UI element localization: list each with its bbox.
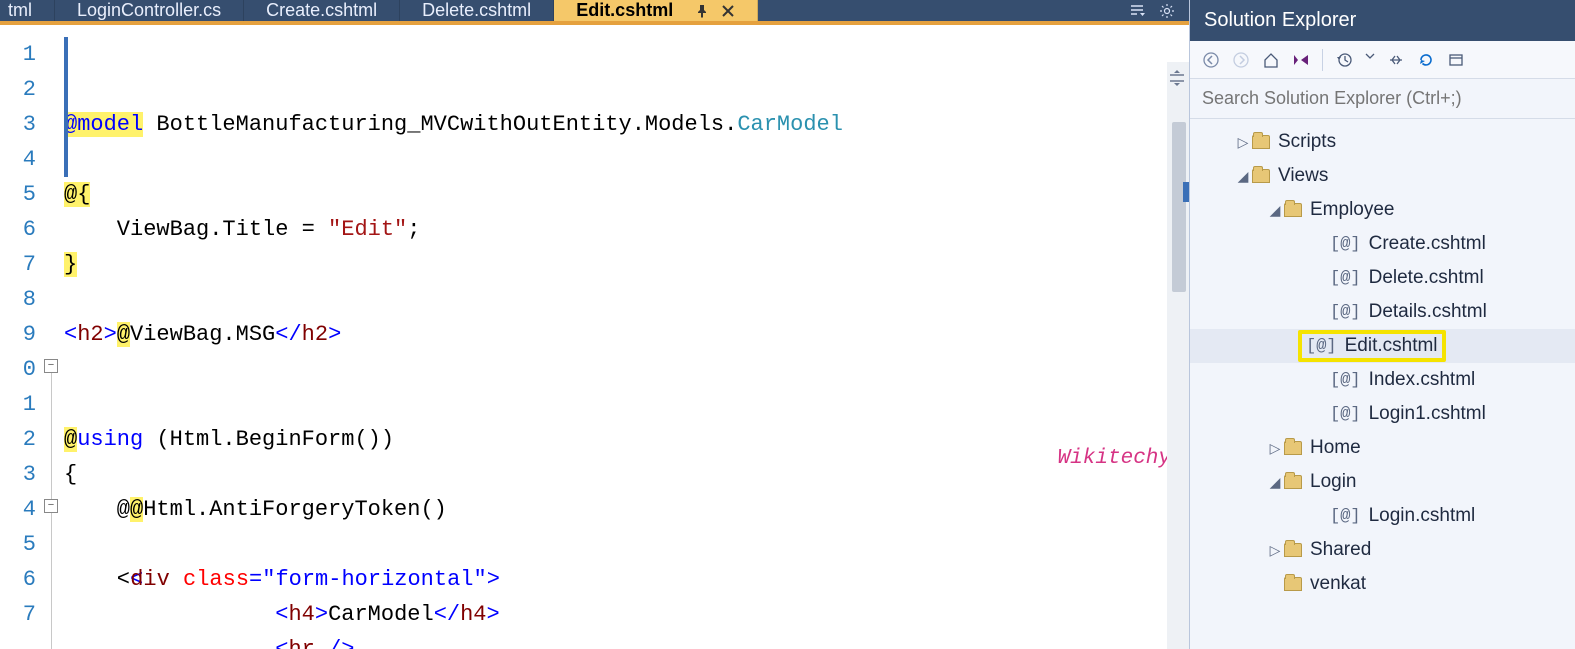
razor-file-icon: [@]: [1330, 371, 1361, 390]
code-editor[interactable]: 1 2 3 4 5 6 7 8 9 0 1 2 3 4 5 6 7 −: [0, 21, 1189, 649]
caret-right-icon: ▷: [1266, 542, 1284, 559]
solution-explorer-toolbar: [1190, 41, 1575, 79]
change-marker: [64, 37, 68, 177]
tree-folder-home[interactable]: ▷Home: [1190, 431, 1575, 465]
forward-icon[interactable]: [1232, 51, 1250, 69]
caret-down-icon: ◢: [1266, 202, 1284, 219]
home-icon[interactable]: [1262, 51, 1280, 69]
refresh-icon[interactable]: [1417, 51, 1435, 69]
fold-toggle[interactable]: −: [44, 499, 58, 513]
tree-folder-shared[interactable]: ▷Shared: [1190, 533, 1575, 567]
tab-bar-tools: [1115, 0, 1189, 21]
split-handle-icon[interactable]: [1168, 70, 1186, 86]
caret-right-icon: ▷: [1234, 134, 1252, 151]
collapse-icon[interactable]: [1447, 51, 1465, 69]
tree-folder-employee[interactable]: ◢Employee: [1190, 193, 1575, 227]
tab-create[interactable]: Create.cshtml: [244, 0, 400, 21]
vs-icon[interactable]: [1292, 51, 1310, 69]
vertical-scrollbar[interactable]: [1167, 62, 1189, 649]
caret-down-icon: ◢: [1234, 168, 1252, 185]
razor-file-icon: [@]: [1330, 303, 1361, 322]
tree-folder-login[interactable]: ◢Login: [1190, 465, 1575, 499]
folder-icon: [1284, 475, 1302, 489]
razor-file-icon: [@]: [1330, 507, 1361, 526]
razor-file-icon: [@]: [1330, 405, 1361, 424]
dropdown-files-icon[interactable]: [1129, 3, 1145, 19]
gear-icon[interactable]: [1159, 3, 1175, 19]
editor-area: tml LoginController.cs Create.cshtml Del…: [0, 0, 1189, 649]
tree-folder-views[interactable]: ◢Views: [1190, 159, 1575, 193]
tab-edit-active[interactable]: Edit.cshtml: [554, 0, 758, 21]
watermark-text: Wikitechy: [1058, 441, 1171, 476]
razor-file-icon: [@]: [1330, 235, 1361, 254]
tab-bar: tml LoginController.cs Create.cshtml Del…: [0, 0, 1189, 21]
tree-folder-venkat[interactable]: venkat: [1190, 567, 1575, 601]
caret-down-icon: ◢: [1266, 474, 1284, 491]
sync-icon[interactable]: [1387, 51, 1405, 69]
razor-file-icon: [@]: [1330, 269, 1361, 288]
tab-delete[interactable]: Delete.cshtml: [400, 0, 554, 21]
highlight-box: [@]Edit.cshtml: [1298, 330, 1446, 362]
tree-file-delete[interactable]: [@]Delete.cshtml: [1190, 261, 1575, 295]
folder-icon: [1284, 577, 1302, 591]
scroll-thumb[interactable]: [1172, 122, 1186, 292]
tree-file-login1[interactable]: [@]Login1.cshtml: [1190, 397, 1575, 431]
scroll-marker: [1183, 182, 1189, 202]
fold-column: − −: [40, 21, 64, 649]
chevron-down-icon[interactable]: [1365, 51, 1375, 69]
tab-partial[interactable]: tml: [0, 0, 55, 21]
history-icon[interactable]: [1335, 51, 1353, 69]
solution-tree: ▷Scripts ◢Views ◢Employee [@]Create.csht…: [1190, 119, 1575, 649]
tree-file-create[interactable]: [@]Create.cshtml: [1190, 227, 1575, 261]
code-content[interactable]: @model BottleManufacturing_MVCwithOutEnt…: [64, 21, 1189, 649]
folder-icon: [1284, 441, 1302, 455]
tree-file-edit[interactable]: [@]Edit.cshtml: [1190, 329, 1575, 363]
solution-search-input[interactable]: [1202, 88, 1563, 109]
solution-search[interactable]: [1190, 79, 1575, 119]
fold-toggle[interactable]: −: [44, 359, 58, 373]
folder-icon: [1252, 169, 1270, 183]
folder-icon: [1284, 203, 1302, 217]
razor-file-icon: [@]: [1306, 337, 1337, 356]
tree-file-details[interactable]: [@]Details.cshtml: [1190, 295, 1575, 329]
back-icon[interactable]: [1202, 51, 1220, 69]
tree-folder-scripts[interactable]: ▷Scripts: [1190, 125, 1575, 159]
close-icon[interactable]: [721, 4, 735, 18]
folder-icon: [1252, 135, 1270, 149]
line-gutter: 1 2 3 4 5 6 7 8 9 0 1 2 3 4 5 6 7: [0, 21, 40, 649]
tree-file-login-cshtml[interactable]: [@]Login.cshtml: [1190, 499, 1575, 533]
caret-right-icon: ▷: [1266, 440, 1284, 457]
solution-explorer: Solution Explorer ▷Scripts ◢Views ◢Emplo…: [1189, 0, 1575, 649]
tab-logincontroller[interactable]: LoginController.cs: [55, 0, 244, 21]
pin-icon[interactable]: [695, 4, 709, 18]
folder-icon: [1284, 543, 1302, 557]
tree-file-index[interactable]: [@]Index.cshtml: [1190, 363, 1575, 397]
solution-explorer-title: Solution Explorer: [1190, 0, 1575, 41]
